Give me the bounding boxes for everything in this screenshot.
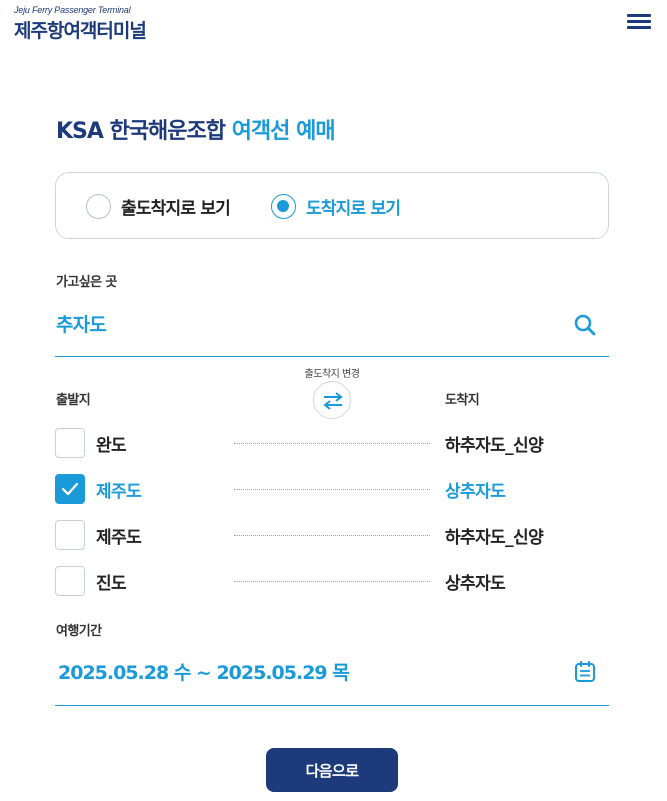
- travel-period-value: 2025.05.28 수 ~ 2025.05.29 목: [58, 662, 350, 684]
- swap-arrows-icon: [323, 392, 343, 410]
- view-mode-selector: 출도착지로 보기 도착지로 보기: [55, 172, 609, 239]
- swap-button[interactable]: [313, 381, 351, 419]
- logo-title: 제주항여객터미널: [14, 20, 147, 42]
- hamburger-menu-icon[interactable]: [627, 14, 651, 30]
- route-row-3[interactable]: 제주도 하추자도_신양: [55, 520, 615, 556]
- route-destination: 하추자도_신양: [445, 436, 544, 456]
- radio-button-selected[interactable]: [271, 193, 296, 219]
- route-checkbox-checked[interactable]: [55, 474, 85, 504]
- radio-label: 도착지로 보기: [306, 198, 401, 219]
- route-checkbox[interactable]: [55, 566, 85, 596]
- route-divider: [234, 581, 430, 582]
- route-destination: 상추자도: [445, 482, 506, 502]
- radio-option-departure-arrival[interactable]: 출도착지로 보기: [86, 193, 231, 219]
- route-row-1[interactable]: 완도 하추자도_신양: [55, 428, 615, 464]
- logo-subtitle: Jeju Ferry Passenger Terminal: [14, 5, 131, 15]
- travel-period-field[interactable]: 2025.05.28 수 ~ 2025.05.29 목: [55, 648, 609, 706]
- route-origin: 완도: [96, 436, 127, 456]
- logo[interactable]: Jeju Ferry Passenger Terminal 제주항여객터미널: [14, 5, 147, 43]
- route-divider: [234, 443, 430, 444]
- origin-header: 출발지: [56, 393, 91, 408]
- page-title-org: KSA 한국해운조합: [56, 119, 226, 144]
- next-button[interactable]: 다음으로: [266, 748, 398, 792]
- route-destination: 하추자도_신양: [445, 528, 544, 548]
- route-divider: [234, 489, 430, 490]
- route-checkbox[interactable]: [55, 520, 85, 550]
- search-icon[interactable]: [573, 313, 597, 337]
- destination-input[interactable]: 추자도: [55, 303, 609, 357]
- route-origin: 제주도: [96, 482, 142, 502]
- route-row-2[interactable]: 제주도 상추자도: [55, 474, 615, 510]
- route-origin: 제주도: [96, 528, 142, 548]
- radio-label: 출도착지로 보기: [121, 198, 231, 219]
- route-divider: [234, 535, 430, 536]
- header: Jeju Ferry Passenger Terminal 제주항여객터미널: [0, 0, 667, 50]
- page-title: KSA 한국해운조합 여객선 예매: [56, 113, 336, 145]
- page-title-service: 여객선 예매: [231, 119, 336, 144]
- route-row-4[interactable]: 진도 상추자도: [55, 566, 615, 602]
- destination-header: 도착지: [445, 393, 480, 408]
- radio-button[interactable]: [86, 193, 111, 219]
- calendar-icon[interactable]: [574, 661, 596, 683]
- route-origin: 진도: [96, 574, 127, 594]
- route-destination: 상추자도: [445, 574, 506, 594]
- destination-value: 추자도: [56, 314, 107, 336]
- radio-option-arrival[interactable]: 도착지로 보기: [271, 193, 401, 219]
- swap-label: 출도착지 변경: [304, 369, 360, 380]
- travel-period-label: 여행기간: [56, 624, 102, 639]
- destination-label: 가고싶은 곳: [56, 275, 117, 290]
- checkmark-icon: [61, 482, 79, 496]
- route-checkbox[interactable]: [55, 428, 85, 458]
